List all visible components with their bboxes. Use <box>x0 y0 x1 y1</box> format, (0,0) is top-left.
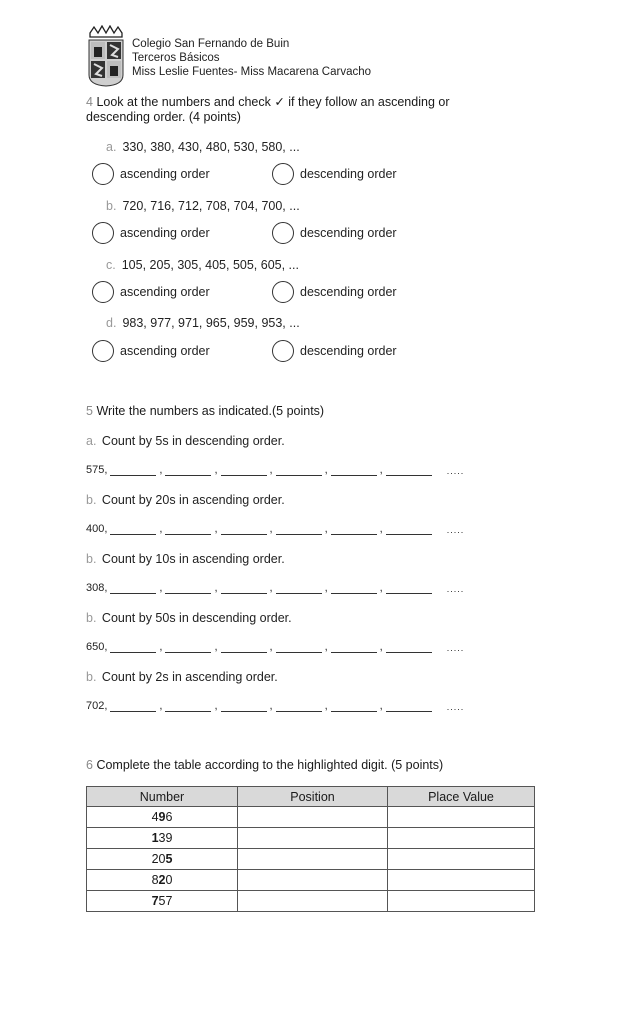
answer-blank[interactable] <box>110 465 157 476</box>
answer-blank[interactable] <box>220 524 267 535</box>
answer-blank[interactable] <box>385 642 432 653</box>
q4-item-d-ascending[interactable]: ascending order <box>92 340 210 362</box>
header-position: Position <box>237 786 388 807</box>
place-value-cell[interactable] <box>387 848 535 870</box>
radio-circle-icon[interactable] <box>272 163 294 185</box>
answer-blank[interactable] <box>165 583 212 594</box>
position-cell[interactable] <box>237 890 388 912</box>
table-row: 820 <box>86 869 535 891</box>
number-cell: 757 <box>86 890 238 912</box>
answer-blank[interactable] <box>165 465 212 476</box>
answer-blank[interactable] <box>330 524 377 535</box>
q6-title: 6 Complete the table according to the hi… <box>86 758 444 772</box>
teachers: Miss Leslie Fuentes- Miss Macarena Carva… <box>132 66 372 78</box>
place-value-cell[interactable] <box>387 869 535 891</box>
coat-of-arms-icon <box>88 25 124 87</box>
q4-item-c-ascending[interactable]: ascending order <box>92 281 210 303</box>
q5-title: 5 Write the numbers as indicated.(5 poin… <box>86 404 325 418</box>
answer-blank[interactable] <box>275 465 322 476</box>
radio-circle-icon[interactable] <box>272 340 294 362</box>
number-cell: 496 <box>86 806 238 828</box>
school-name: Colegio San Fernando de Buin <box>132 38 290 50</box>
q4-item-c-sequence: c. 105, 205, 305, 405, 505, 605, ... <box>106 258 299 272</box>
radio-circle-icon[interactable] <box>92 163 114 185</box>
number-cell: 139 <box>86 827 238 849</box>
q4-item-d-descending[interactable]: descending order <box>272 340 397 362</box>
answer-blank[interactable] <box>220 465 267 476</box>
answer-blank[interactable] <box>385 701 432 712</box>
q4-number: 4 <box>86 95 93 109</box>
q4-title-line2: descending order. (4 points) <box>86 110 241 124</box>
header-number: Number <box>86 786 238 807</box>
table-row: 205 <box>86 848 535 870</box>
header-place-value: Place Value <box>387 786 535 807</box>
q5-item-e-answer-row: 702, ,,,,, ..... <box>86 700 465 712</box>
q5-item-a-answer-row: 575, ,,,,, ..... <box>86 464 465 476</box>
answer-blank[interactable] <box>165 524 212 535</box>
answer-blank[interactable] <box>275 583 322 594</box>
answer-blank[interactable] <box>385 465 432 476</box>
q5-item-d-answer-row: 650, ,,,,, ..... <box>86 641 465 653</box>
table-row: 496 <box>86 806 535 828</box>
answer-blank[interactable] <box>220 583 267 594</box>
radio-circle-icon[interactable] <box>92 222 114 244</box>
place-value-cell[interactable] <box>387 827 535 849</box>
answer-blank[interactable] <box>385 524 432 535</box>
q5-item-d-instruction: b. Count by 50s in descending order. <box>86 611 292 625</box>
position-cell[interactable] <box>237 869 388 891</box>
answer-blank[interactable] <box>220 642 267 653</box>
answer-blank[interactable] <box>330 701 377 712</box>
q4-item-b-sequence: b. 720, 716, 712, 708, 704, 700, ... <box>106 199 300 213</box>
q4-item-b-ascending[interactable]: ascending order <box>92 222 210 244</box>
table-row: 757 <box>86 890 535 912</box>
radio-circle-icon[interactable] <box>92 340 114 362</box>
answer-blank[interactable] <box>385 583 432 594</box>
number-cell: 205 <box>86 848 238 870</box>
q5-item-c-instruction: b. Count by 10s in ascending order. <box>86 552 285 566</box>
q4-item-a-descending[interactable]: descending order <box>272 163 397 185</box>
q5-item-c-answer-row: 308, ,,,,, ..... <box>86 582 465 594</box>
q5-item-b-instruction: b. Count by 20s in ascending order. <box>86 493 285 507</box>
answer-blank[interactable] <box>165 642 212 653</box>
answer-blank[interactable] <box>110 583 157 594</box>
answer-blank[interactable] <box>110 524 157 535</box>
radio-circle-icon[interactable] <box>92 281 114 303</box>
answer-blank[interactable] <box>110 642 157 653</box>
table-header-row: Number Position Place Value <box>86 786 535 807</box>
answer-blank[interactable] <box>275 524 322 535</box>
radio-circle-icon[interactable] <box>272 281 294 303</box>
position-cell[interactable] <box>237 827 388 849</box>
position-cell[interactable] <box>237 806 388 828</box>
q5-item-b-answer-row: 400, ,,,,, ..... <box>86 523 465 535</box>
grade-level: Terceros Básicos <box>132 52 220 64</box>
answer-blank[interactable] <box>330 642 377 653</box>
answer-blank[interactable] <box>220 701 267 712</box>
school-info: Colegio San Fernando de Buin Terceros Bá… <box>132 37 371 79</box>
table-row: 139 <box>86 827 535 849</box>
q4-item-d-sequence: d. 983, 977, 971, 965, 959, 953, ... <box>106 316 300 330</box>
answer-blank[interactable] <box>165 701 212 712</box>
place-value-table: Number Position Place Value 496 139 205 … <box>86 786 535 912</box>
answer-blank[interactable] <box>330 583 377 594</box>
radio-circle-icon[interactable] <box>272 222 294 244</box>
q5-item-e-instruction: b. Count by 2s in ascending order. <box>86 670 278 684</box>
q4-title: 4 Look at the numbers and check ✓ if the… <box>86 95 449 125</box>
answer-blank[interactable] <box>330 465 377 476</box>
q5-item-a-instruction: a. Count by 5s in descending order. <box>86 434 285 448</box>
place-value-cell[interactable] <box>387 890 535 912</box>
answer-blank[interactable] <box>275 701 322 712</box>
q4-item-a-ascending[interactable]: ascending order <box>92 163 210 185</box>
q4-item-b-descending[interactable]: descending order <box>272 222 397 244</box>
q4-item-c-descending[interactable]: descending order <box>272 281 397 303</box>
number-cell: 820 <box>86 869 238 891</box>
q4-item-a-sequence: a. 330, 380, 430, 480, 530, 580, ... <box>106 140 300 154</box>
position-cell[interactable] <box>237 848 388 870</box>
answer-blank[interactable] <box>275 642 322 653</box>
answer-blank[interactable] <box>110 701 157 712</box>
q4-title-line1: Look at the numbers and check ✓ if they … <box>96 95 450 109</box>
place-value-cell[interactable] <box>387 806 535 828</box>
